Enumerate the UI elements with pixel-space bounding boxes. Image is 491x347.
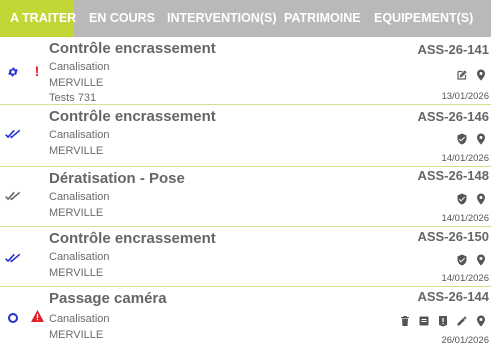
status-column bbox=[4, 227, 22, 286]
alert-column bbox=[28, 287, 46, 347]
item-reference: ASS-26-148 bbox=[417, 168, 489, 183]
list-item[interactable]: Contrôle encrassement Canalisation MERVI… bbox=[0, 227, 491, 287]
map-pin-icon[interactable] bbox=[475, 69, 487, 81]
double-check-gray-icon bbox=[4, 189, 22, 207]
item-reference: ASS-26-150 bbox=[417, 229, 489, 244]
tab-interventions[interactable]: INTERVENTION(S) bbox=[152, 0, 277, 37]
item-date: 14/01/2026 bbox=[441, 273, 489, 284]
exclamation-icon: ! bbox=[34, 63, 40, 79]
map-pin-icon[interactable] bbox=[475, 315, 487, 327]
map-pin-icon[interactable] bbox=[475, 133, 487, 145]
warning-triangle-icon bbox=[28, 309, 46, 327]
tab-en-cours[interactable]: EN COURS bbox=[74, 0, 155, 37]
item-type: Canalisation bbox=[49, 251, 110, 263]
item-city: MERVILLE bbox=[49, 267, 104, 279]
item-reference: ASS-26-146 bbox=[417, 109, 489, 124]
item-title: Contrôle encrassement bbox=[49, 230, 216, 247]
trash-icon[interactable] bbox=[399, 315, 411, 327]
note-icon[interactable] bbox=[418, 315, 430, 327]
list-item[interactable]: Contrôle encrassement Canalisation MERVI… bbox=[0, 105, 491, 167]
map-pin-icon[interactable] bbox=[475, 254, 487, 266]
item-title: Dératisation - Pose bbox=[49, 170, 185, 187]
shield-check-icon[interactable] bbox=[456, 133, 468, 145]
circle-dot-icon bbox=[4, 311, 22, 329]
item-type: Canalisation bbox=[49, 129, 110, 141]
status-column bbox=[4, 167, 22, 226]
status-column bbox=[4, 105, 22, 166]
tab-patrimoine[interactable]: PATRIMOINE bbox=[269, 0, 361, 37]
item-actions bbox=[456, 69, 487, 81]
list-item[interactable]: Passage caméra Canalisation MERVILLE ASS… bbox=[0, 287, 491, 347]
status-column bbox=[4, 287, 22, 347]
item-date: 14/01/2026 bbox=[441, 213, 489, 224]
gear-icon bbox=[4, 65, 22, 83]
shield-check-icon[interactable] bbox=[456, 193, 468, 205]
tab-bar: A TRAITER EN COURS INTERVENTION(S) PATRI… bbox=[0, 0, 491, 37]
item-title: Passage caméra bbox=[49, 290, 167, 307]
list-item[interactable]: Dératisation - Pose Canalisation MERVILL… bbox=[0, 167, 491, 227]
item-reference: ASS-26-141 bbox=[417, 42, 489, 57]
map-pin-icon[interactable] bbox=[475, 193, 487, 205]
item-date: 26/01/2026 bbox=[441, 335, 489, 346]
item-type: Canalisation bbox=[49, 191, 110, 203]
item-city: MERVILLE bbox=[49, 207, 104, 219]
item-date: 14/01/2026 bbox=[441, 153, 489, 164]
alert-column: ! bbox=[28, 37, 46, 104]
item-type: Canalisation bbox=[49, 313, 110, 325]
item-actions bbox=[456, 133, 487, 145]
item-title: Contrôle encrassement bbox=[49, 108, 216, 125]
item-type: Canalisation bbox=[49, 61, 110, 73]
item-city: MERVILLE bbox=[49, 329, 104, 341]
status-column bbox=[4, 37, 22, 104]
item-reference: ASS-26-144 bbox=[417, 289, 489, 304]
shield-check-icon[interactable] bbox=[456, 254, 468, 266]
tab-a-traiter[interactable]: A TRAITER bbox=[0, 0, 76, 37]
item-city: MERVILLE bbox=[49, 77, 104, 89]
alert-box-icon[interactable] bbox=[437, 315, 449, 327]
double-check-icon bbox=[4, 127, 22, 145]
item-actions bbox=[456, 254, 487, 266]
item-date: 13/01/2026 bbox=[441, 91, 489, 102]
item-title: Contrôle encrassement bbox=[49, 40, 216, 57]
item-extra: Tests 731 bbox=[49, 92, 97, 104]
double-check-icon bbox=[4, 251, 22, 269]
edit-icon[interactable] bbox=[456, 69, 468, 81]
item-actions bbox=[456, 193, 487, 205]
tab-equipements[interactable]: EQUIPEMENT(S) bbox=[359, 0, 491, 37]
item-actions bbox=[399, 315, 487, 327]
list-item[interactable]: ! Contrôle encrassement Canalisation MER… bbox=[0, 37, 491, 105]
pencil-icon[interactable] bbox=[456, 315, 468, 327]
item-city: MERVILLE bbox=[49, 145, 104, 157]
